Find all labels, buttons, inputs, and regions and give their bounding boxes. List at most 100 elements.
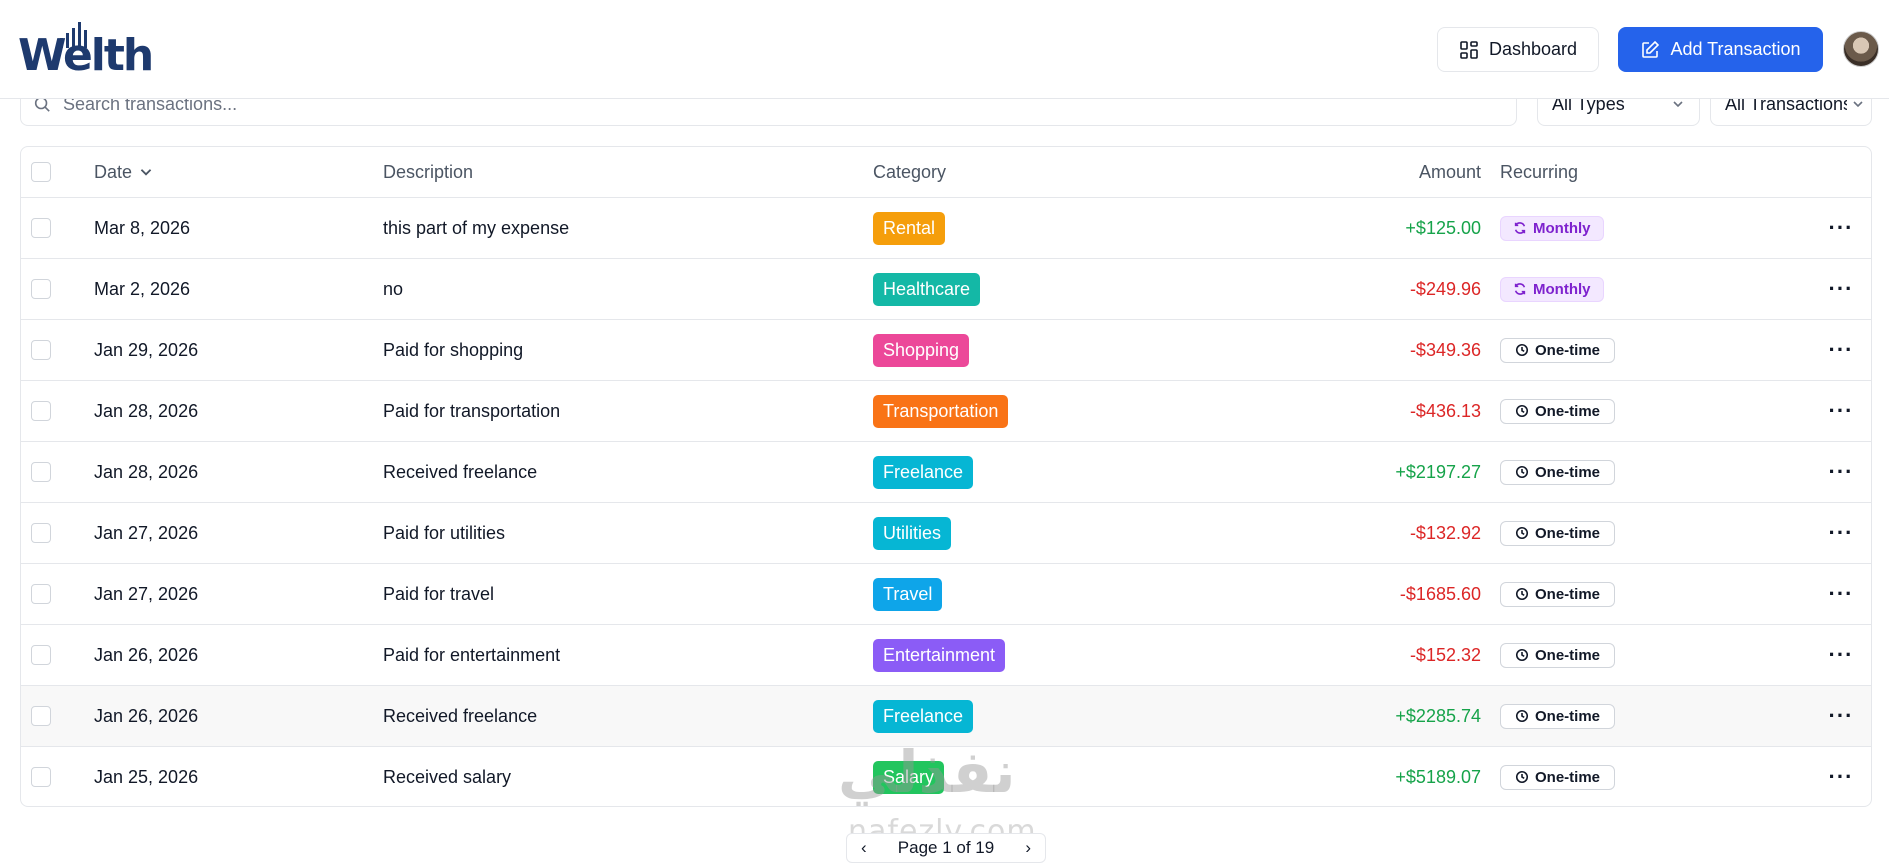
category-badge: Salary	[873, 760, 945, 794]
row-amount: +$5189.07	[1395, 766, 1481, 787]
row-amount: -$436.13	[1409, 400, 1481, 421]
more-horizontal-icon[interactable]: ···	[1829, 276, 1854, 302]
row-description: Paid for transportation	[383, 400, 561, 421]
row-select-cell	[31, 198, 53, 258]
recurring-badge: Monthly	[1500, 276, 1604, 302]
row-checkbox[interactable]	[31, 218, 51, 238]
row-category-cell: Shopping	[873, 320, 1173, 380]
header-date[interactable]: Date	[94, 147, 374, 197]
row-checkbox[interactable]	[31, 584, 51, 604]
row-recurring-cell: One-time	[1500, 320, 1700, 380]
row-select-cell	[31, 259, 53, 319]
row-recurring-cell: Monthly	[1500, 198, 1700, 258]
table-row[interactable]: Jan 26, 2026 Paid for entertainment Entert…	[21, 625, 1871, 686]
row-checkbox[interactable]	[31, 401, 51, 421]
row-date: Mar 2, 2026	[94, 278, 191, 299]
recurring-badge: Monthly	[1500, 215, 1604, 241]
recurring-label: One-time	[1535, 524, 1601, 542]
row-recurring-cell: One-time	[1500, 564, 1700, 624]
dashboard-button[interactable]: Dashboard	[1437, 27, 1599, 72]
category-badge: Freelance	[873, 699, 974, 733]
row-date: Jan 28, 2026	[94, 400, 199, 421]
row-checkbox[interactable]	[31, 706, 51, 726]
table-row[interactable]: Jan 28, 2026 Paid for transportation Trans…	[21, 381, 1871, 442]
row-select-cell	[31, 564, 53, 624]
table-row[interactable]: Jan 29, 2026 Paid for shopping Shopping -$3…	[21, 320, 1871, 381]
header-recurring: Recurring	[1500, 161, 1579, 182]
row-recurring-cell: One-time	[1500, 503, 1700, 563]
category-badge: Transportation	[873, 394, 1009, 428]
table-row[interactable]: Jan 27, 2026 Paid for travel Travel -$1685.…	[21, 564, 1871, 625]
more-horizontal-icon[interactable]: ···	[1829, 337, 1854, 363]
more-horizontal-icon[interactable]: ···	[1829, 642, 1854, 668]
more-horizontal-icon[interactable]: ···	[1829, 398, 1854, 424]
category-badge: Utilities	[873, 516, 952, 550]
row-checkbox[interactable]	[31, 645, 51, 665]
row-select-cell	[31, 381, 53, 441]
row-category-cell: Utilities	[873, 503, 1173, 563]
welth-logo[interactable]: Welth	[18, 18, 154, 81]
row-description: this part of my expense	[383, 217, 570, 238]
recurring-badge: One-time	[1500, 764, 1616, 790]
recurring-badge: One-time	[1500, 337, 1616, 363]
row-date: Jan 26, 2026	[94, 644, 199, 665]
refresh-icon	[1514, 222, 1526, 234]
row-date: Mar 8, 2026	[94, 217, 191, 238]
category-badge: Rental	[873, 211, 946, 245]
more-horizontal-icon[interactable]: ···	[1829, 520, 1854, 546]
row-date: Jan 27, 2026	[94, 583, 199, 604]
recurring-label: One-time	[1535, 402, 1601, 420]
recurring-badge: One-time	[1500, 459, 1616, 485]
select-all-cell	[31, 147, 53, 197]
prev-page-button[interactable]: ‹	[861, 838, 867, 858]
row-checkbox[interactable]	[31, 279, 51, 299]
table-row[interactable]: Jan 26, 2026 Received freelance Freelance +…	[21, 686, 1871, 747]
row-checkbox[interactable]	[31, 340, 51, 360]
more-horizontal-icon[interactable]: ···	[1829, 764, 1854, 790]
row-category-cell: Rental	[873, 198, 1173, 258]
table-row[interactable]: Mar 2, 2026 no Healthcare -$249.96 Monthly ··…	[21, 259, 1871, 320]
table-row[interactable]: Jan 28, 2026 Received freelance Freelance +…	[21, 442, 1871, 503]
more-horizontal-icon[interactable]: ···	[1829, 215, 1854, 241]
table-row[interactable]: Mar 8, 2026 this part of my expense Rental…	[21, 198, 1871, 259]
user-avatar[interactable]	[1843, 31, 1879, 67]
table-row[interactable]: Jan 25, 2026 Received salary Salary +$5189.…	[21, 747, 1871, 806]
more-horizontal-icon[interactable]: ···	[1829, 581, 1854, 607]
transactions-table: Date Description Category Amount Recurri…	[20, 146, 1872, 807]
category-badge: Entertainment	[873, 638, 1006, 672]
row-checkbox[interactable]	[31, 462, 51, 482]
row-recurring-cell: Monthly	[1500, 259, 1700, 319]
clock-icon	[1515, 770, 1529, 784]
row-select-cell	[31, 442, 53, 502]
row-description: Paid for entertainment	[383, 644, 561, 665]
clock-icon	[1515, 526, 1529, 540]
row-actions-cell: ···	[1821, 625, 1861, 685]
row-description: Paid for utilities	[383, 522, 506, 543]
clock-icon	[1515, 343, 1529, 357]
recurring-label: One-time	[1535, 646, 1601, 664]
row-date: Jan 28, 2026	[94, 461, 199, 482]
select-all-checkbox[interactable]	[31, 162, 51, 182]
recurring-badge: One-time	[1500, 581, 1616, 607]
row-checkbox[interactable]	[31, 523, 51, 543]
category-badge: Travel	[873, 577, 943, 611]
row-actions-cell: ···	[1821, 442, 1861, 502]
row-category-cell: Freelance	[873, 442, 1173, 502]
recurring-badge: One-time	[1500, 520, 1616, 546]
header-description: Description	[383, 161, 474, 182]
row-recurring-cell: One-time	[1500, 747, 1700, 806]
chevron-down-icon	[1673, 101, 1683, 108]
chevron-down-icon	[1853, 101, 1863, 108]
row-recurring-cell: One-time	[1500, 442, 1700, 502]
next-page-button[interactable]: ›	[1025, 838, 1031, 858]
row-actions-cell: ···	[1821, 686, 1861, 746]
more-horizontal-icon[interactable]: ···	[1829, 703, 1854, 729]
recurring-label: Monthly	[1533, 219, 1591, 237]
more-horizontal-icon[interactable]: ···	[1829, 459, 1854, 485]
row-checkbox[interactable]	[31, 767, 51, 787]
row-select-cell	[31, 747, 53, 806]
add-transaction-button[interactable]: Add Transaction	[1618, 27, 1823, 72]
logo-text: Welth	[18, 30, 154, 81]
table-row[interactable]: Jan 27, 2026 Paid for utilities Utilities -…	[21, 503, 1871, 564]
row-category-cell: Entertainment	[873, 625, 1173, 685]
